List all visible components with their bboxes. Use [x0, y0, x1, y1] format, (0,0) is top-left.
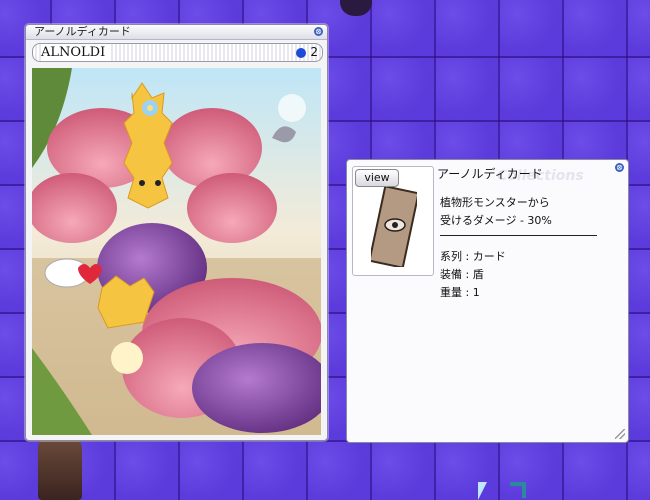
card-artwork	[32, 68, 321, 435]
weight-line: 重量 : 1	[440, 286, 480, 299]
slot-count: 2	[310, 45, 318, 59]
card-description-title: アーノルディカード	[437, 167, 543, 181]
divider	[440, 235, 597, 236]
card-thumbnail-frame: view	[352, 166, 434, 276]
card-description-window[interactable]: ⊗ view Collections アーノルディカード 植物形モンスターから …	[346, 159, 629, 443]
card-window-title: アーノルディカード	[34, 25, 131, 38]
effect-line-2: 受けるダメージ - 30%	[440, 214, 552, 227]
type-line: 系列 : カード	[440, 250, 506, 263]
equip-line: 装備 : 盾	[440, 268, 484, 281]
slot-orb-icon	[296, 48, 306, 58]
close-icon[interactable]: ⊗	[314, 27, 323, 36]
effect-line-1: 植物形モンスターから	[440, 196, 550, 209]
card-name: ALNOLDI	[41, 44, 110, 61]
card-illustration-window[interactable]: アーノルディカード ⊗ ALNOLDI 2	[25, 24, 328, 441]
card-eye-icon	[371, 187, 417, 267]
card-window-titlebar[interactable]: アーノルディカード ⊗	[26, 25, 327, 40]
character-sprite[interactable]	[38, 438, 82, 500]
resize-grip-icon[interactable]	[615, 429, 625, 439]
card-name-bar: ALNOLDI 2	[32, 43, 323, 62]
close-icon[interactable]: ⊗	[615, 163, 624, 172]
mouse-cursor-icon	[478, 482, 487, 500]
view-button[interactable]: view	[355, 169, 399, 187]
cursor-target-icon	[510, 482, 526, 498]
